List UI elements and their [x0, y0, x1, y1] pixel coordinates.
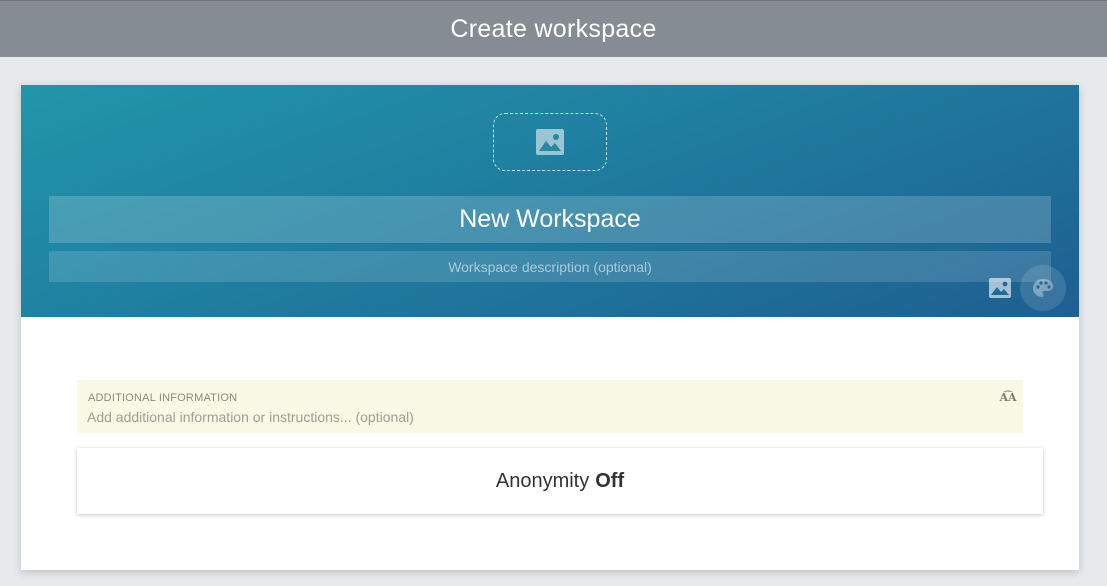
workspace-title-input[interactable]: [49, 196, 1051, 243]
image-icon: [989, 278, 1011, 298]
additional-info-box: ADDITIONAL INFORMATION A͡A: [77, 380, 1023, 433]
additional-info-label: ADDITIONAL INFORMATION: [88, 392, 238, 404]
image-icon: [536, 129, 564, 155]
theme-color-button[interactable]: [1020, 265, 1066, 311]
text-format-icon[interactable]: A͡A: [999, 388, 1017, 406]
anonymity-state: Off: [595, 469, 625, 492]
top-bar: Create workspace: [0, 0, 1107, 57]
background-image-button[interactable]: [987, 275, 1013, 301]
anonymity-toggle[interactable]: Anonymity Off: [77, 448, 1043, 514]
page-title: Create workspace: [450, 14, 657, 43]
palette-icon: [1033, 279, 1053, 297]
anonymity-label: Anonymity: [495, 469, 590, 492]
workspace-card: ADDITIONAL INFORMATION A͡A Anonymity Off: [21, 85, 1079, 570]
workspace-image-upload[interactable]: [493, 113, 607, 171]
workspace-description-input[interactable]: [49, 251, 1051, 282]
workspace-banner: [21, 85, 1079, 317]
additional-info-input[interactable]: [87, 406, 987, 428]
